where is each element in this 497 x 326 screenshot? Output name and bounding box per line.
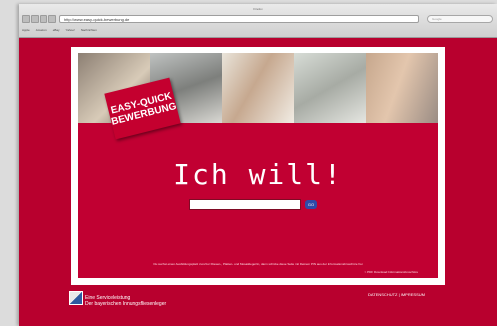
bookmark-item[interactable]: eBay bbox=[53, 28, 60, 32]
navigation-buttons bbox=[22, 15, 56, 23]
main-panel: Ich will! GO Du suchst einen Ausbildungs… bbox=[78, 123, 438, 278]
go-button[interactable]: GO bbox=[305, 200, 317, 209]
reload-button[interactable] bbox=[39, 15, 48, 23]
bookmark-item[interactable]: Yahoo! bbox=[66, 28, 75, 32]
bookmark-item[interactable]: Nachrichten bbox=[81, 28, 97, 32]
pdf-download-link[interactable]: > PDF Download Informationsbroschüre bbox=[365, 270, 418, 274]
info-text: Du suchst einen Ausbildungsplatz zum/zur… bbox=[153, 262, 363, 266]
footer-links[interactable]: DATENSCHUTZ | IMPRESSUM bbox=[368, 292, 425, 297]
bookmark-item[interactable]: Amazon bbox=[36, 28, 47, 32]
footer-text: Eine Serviceleistung Der bayerischen Inn… bbox=[85, 295, 166, 307]
browser-search-field[interactable]: Google bbox=[427, 15, 493, 23]
banner-photo bbox=[294, 53, 366, 123]
guild-logo-icon bbox=[69, 291, 83, 305]
bookmarks-bar: Apple Amazon eBay Yahoo! Nachrichten bbox=[22, 28, 97, 32]
banner-photo bbox=[222, 53, 294, 123]
window-title: Firefox bbox=[253, 7, 263, 11]
forward-button[interactable] bbox=[30, 15, 39, 23]
page-headline: Ich will! bbox=[173, 158, 343, 191]
pin-input[interactable] bbox=[189, 199, 301, 210]
address-bar[interactable]: http://www.easy-quick-bewerbung.de bbox=[59, 15, 419, 23]
footer-line: Der bayerischen Innungsfliesenleger bbox=[85, 301, 167, 307]
banner-photo bbox=[366, 53, 438, 123]
page-frame: Ich will! GO Du suchst einen Ausbildungs… bbox=[71, 47, 445, 285]
browser-toolbar: Firefox http://www.easy-quick-bewerbung.… bbox=[19, 4, 497, 38]
bookmark-item[interactable]: Apple bbox=[22, 28, 30, 32]
home-button[interactable] bbox=[48, 15, 56, 23]
back-button[interactable] bbox=[22, 15, 30, 23]
